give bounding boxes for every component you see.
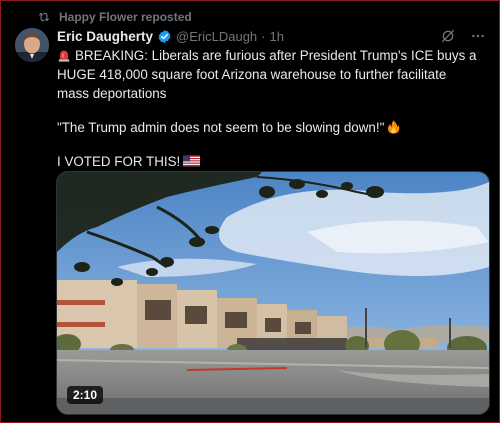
author-name[interactable]: Eric Daugherty — [57, 29, 153, 44]
tweet-paragraph-1: BREAKING: Liberals are furious after Pre… — [57, 46, 477, 103]
us-flag-icon — [183, 155, 201, 167]
tweet-header: Eric Daugherty @EricLDaugh · 1h — [57, 27, 486, 45]
repost-context[interactable]: Happy Flower reposted — [37, 9, 192, 25]
avatar[interactable] — [15, 28, 49, 62]
avatar-image — [15, 28, 49, 62]
video-duration-badge: 2:10 — [67, 386, 104, 404]
tweet-text-line-3: I VOTED FOR THIS! — [57, 154, 181, 169]
grok-icon[interactable] — [440, 28, 456, 44]
repost-icon — [38, 12, 50, 22]
timestamp[interactable]: 1h — [270, 29, 284, 44]
siren-icon — [58, 50, 70, 62]
tweet-text-line-1: BREAKING: Liberals are furious after Pre… — [57, 48, 477, 101]
fire-icon — [388, 120, 400, 134]
header-actions — [440, 28, 486, 44]
tweet-text-line-2: "The Trump admin does not seem to be slo… — [57, 120, 385, 135]
repost-label: Happy Flower reposted — [59, 10, 192, 24]
author-handle[interactable]: @EricLDaugh — [176, 29, 257, 44]
video-player[interactable]: 2:10 — [56, 171, 490, 415]
video-thumbnail — [57, 172, 489, 414]
verified-badge-icon[interactable] — [157, 29, 172, 44]
separator-dot: · — [261, 28, 266, 44]
tweet-text: BREAKING: Liberals are furious after Pre… — [57, 46, 477, 171]
tweet-paragraph-2: "The Trump admin does not seem to be slo… — [57, 118, 477, 137]
tweet-paragraph-3: I VOTED FOR THIS! — [57, 152, 477, 171]
more-icon[interactable] — [470, 28, 486, 44]
